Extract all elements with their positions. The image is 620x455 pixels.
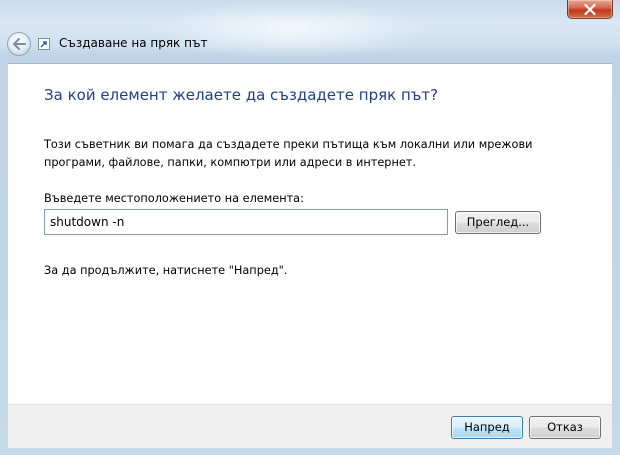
location-input[interactable] [44, 209, 448, 235]
continue-hint: За да продължите, натиснете "Напред". [44, 264, 288, 277]
close-icon [584, 3, 596, 15]
back-arrow-icon [13, 38, 26, 50]
location-label: Въведете местоположението на елемента: [44, 192, 304, 205]
back-button[interactable] [7, 32, 31, 56]
next-button[interactable]: Напред [451, 416, 523, 439]
cancel-button[interactable]: Отказ [529, 416, 601, 439]
browse-button[interactable]: Преглед... [455, 211, 541, 234]
close-button[interactable] [567, 0, 613, 19]
window-title: Създаване на пряк път [59, 36, 208, 50]
title-bar-glow [150, 0, 430, 60]
wizard-description: Този съветник ви помага да създадете пре… [44, 138, 533, 169]
shortcut-icon [38, 38, 50, 50]
wizard-content: За кой елемент желаете да създадете пряк… [8, 63, 612, 404]
wizard-footer: Напред Отказ [8, 404, 612, 448]
wizard-heading: За кой елемент желаете да създадете пряк… [44, 86, 439, 104]
window-frame: Създаване на пряк път За кой елемент жел… [0, 0, 620, 455]
